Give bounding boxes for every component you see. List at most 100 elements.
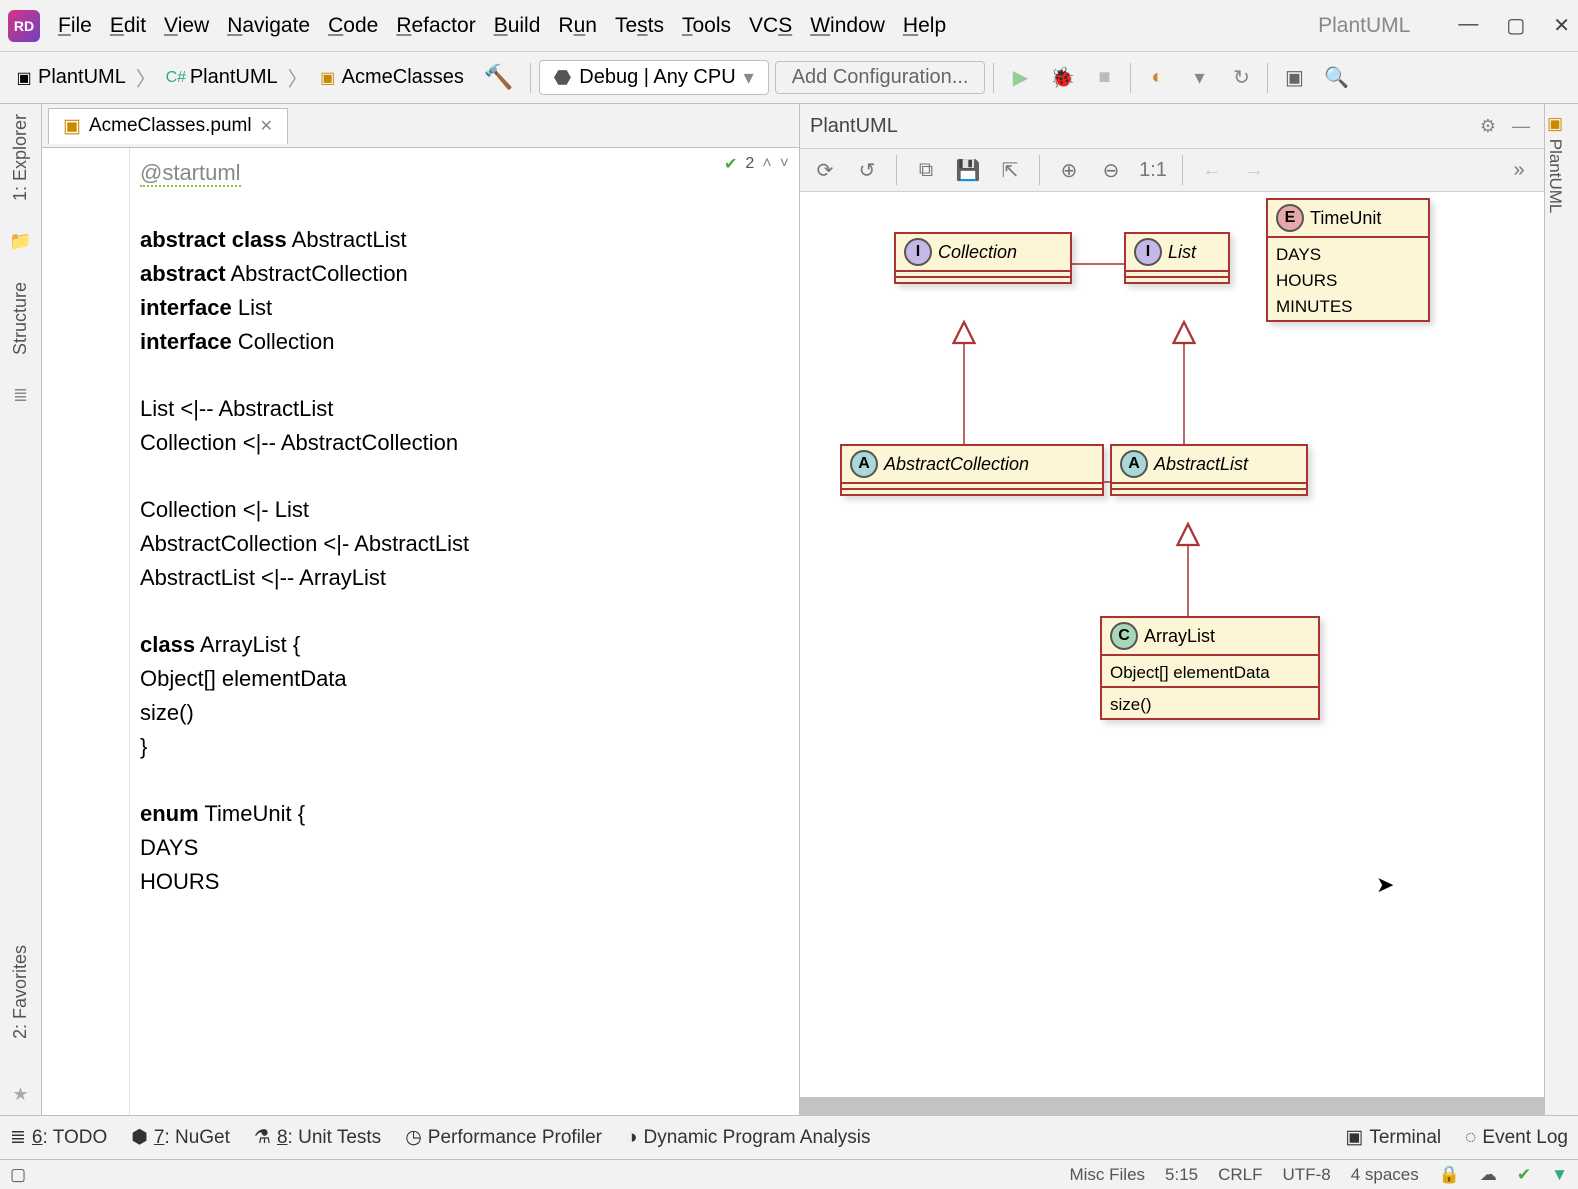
tool-eventlog[interactable]: ◌Event Log xyxy=(1465,1127,1568,1149)
crumb-solution[interactable]: ▣PlantUML xyxy=(8,62,132,93)
build-icon[interactable]: 🔨 xyxy=(484,63,514,92)
zoom-reset[interactable]: 1:1 xyxy=(1138,155,1168,185)
sync-icon[interactable]: ☁ xyxy=(1480,1165,1497,1185)
refresh-icon[interactable]: ⟳ xyxy=(810,155,840,185)
mouse-cursor: ➤ xyxy=(1376,872,1394,898)
menu-navigate[interactable]: Navigate xyxy=(227,14,310,38)
nav-back-icon[interactable]: ← xyxy=(1197,155,1227,185)
crumb-file[interactable]: ▣AcmeClasses xyxy=(312,62,470,93)
sync-icon[interactable]: ↻ xyxy=(1223,60,1259,96)
debug-config-dropdown[interactable]: ⬣ Debug | Any CPU ▾ xyxy=(539,60,769,95)
status-line-ending[interactable]: CRLF xyxy=(1218,1165,1262,1185)
window-close[interactable]: ✕ xyxy=(1553,13,1570,38)
menu-window[interactable]: Window xyxy=(810,14,885,38)
menu-code[interactable]: Code xyxy=(328,14,378,38)
debug-icon[interactable]: 🐞 xyxy=(1044,60,1080,96)
tool-profiler[interactable]: ◷Performance Profiler xyxy=(405,1126,602,1149)
uml-abstractcollection: AAbstractCollection xyxy=(840,444,1104,496)
window-minimize[interactable]: — xyxy=(1458,13,1478,38)
terminal-icon: ▣ xyxy=(1345,1126,1363,1149)
uml-timeunit: ETimeUnit DAYS HOURS MINUTES xyxy=(1266,198,1430,322)
structure-icon[interactable]: ≣ xyxy=(13,385,28,406)
menu-vcs[interactable]: VCS xyxy=(749,14,792,38)
puml-icon: ▣ xyxy=(318,68,338,88)
close-icon[interactable]: ✕ xyxy=(260,116,273,136)
copy-icon[interactable]: ⧉ xyxy=(911,155,941,185)
screen-icon[interactable]: ▣ xyxy=(1276,60,1312,96)
package-icon: ⬢ xyxy=(131,1126,148,1149)
uml-collection: ICollection xyxy=(894,232,1072,284)
tool-terminal[interactable]: ▣Terminal xyxy=(1345,1126,1441,1149)
tool-favorites[interactable]: 2: Favorites xyxy=(10,945,31,1039)
horizontal-scrollbar[interactable] xyxy=(800,1097,1544,1115)
more-icon[interactable]: » xyxy=(1504,155,1534,185)
chevron-down-icon: ▾ xyxy=(744,65,754,90)
editor-gutter xyxy=(42,148,130,1115)
shield-icon[interactable]: ▼ xyxy=(1551,1165,1568,1185)
chevron-down-icon[interactable]: ˅ xyxy=(780,155,789,173)
status-encoding[interactable]: UTF-8 xyxy=(1283,1165,1331,1185)
status-caret[interactable]: 5:15 xyxy=(1165,1165,1198,1185)
tool-explorer[interactable]: 1: Explorer xyxy=(10,114,31,201)
search-icon[interactable]: 🔍 xyxy=(1318,60,1354,96)
gear-icon[interactable]: ⚙ xyxy=(1476,116,1500,137)
panel-toolbar: ⟳ ↺ ⧉ 💾 ⇱ ⊕ ⊖ 1:1 ← → » xyxy=(800,148,1544,192)
bottom-toolbar: ≣6: TODO ⬢7: NuGet ⚗8: Unit Tests ◷Perfo… xyxy=(0,1115,1578,1159)
uml-abstractlist: AAbstractList xyxy=(1110,444,1308,496)
run-icon[interactable]: ▶ xyxy=(1002,60,1038,96)
zoom-in-icon[interactable]: ⊕ xyxy=(1054,155,1084,185)
menu-view[interactable]: View xyxy=(164,14,209,38)
tool-todo[interactable]: ≣6: TODO xyxy=(10,1126,107,1149)
diagram-canvas[interactable]: ICollection IList AAbstractCollection AA… xyxy=(800,192,1544,1115)
nav-forward-icon[interactable]: → xyxy=(1239,155,1269,185)
inspections-icon[interactable]: ◐ xyxy=(1139,60,1175,96)
tool-plantuml[interactable]: ▣ PlantUML xyxy=(1545,104,1565,213)
check-icon[interactable]: ✔ xyxy=(1517,1165,1531,1185)
plantuml-panel: PlantUML ⚙ — ⟳ ↺ ⧉ 💾 ⇱ ⊕ ⊖ 1:1 ← → » xyxy=(800,104,1544,1115)
toolbar: ▣PlantUML 〉 C#PlantUML 〉 ▣AcmeClasses 🔨 … xyxy=(0,52,1578,104)
csharp-icon: C# xyxy=(166,68,186,88)
reload-icon[interactable]: ↺ xyxy=(852,155,882,185)
status-indent[interactable]: 4 spaces xyxy=(1351,1165,1419,1185)
menu-tools[interactable]: Tools xyxy=(682,14,731,38)
status-misc[interactable]: Misc Files xyxy=(1069,1165,1145,1185)
tool-nuget[interactable]: ⬢7: NuGet xyxy=(131,1126,230,1149)
puml-icon: ▣ xyxy=(63,115,81,138)
chevron-icon: 〉 xyxy=(288,63,308,92)
editor-tab[interactable]: ▣ AcmeClasses.puml ✕ xyxy=(48,108,288,144)
chevron-down-icon[interactable]: ▾ xyxy=(1181,60,1217,96)
popout-icon[interactable]: ⇱ xyxy=(995,155,1025,185)
inspection-widget[interactable]: ✔ 2 ˄ ˅ xyxy=(724,154,789,174)
star-icon[interactable]: ★ xyxy=(12,1084,28,1105)
menu-file[interactable]: File xyxy=(58,14,92,38)
menu-edit[interactable]: Edit xyxy=(110,14,146,38)
minimize-icon[interactable]: — xyxy=(1508,116,1534,137)
run-config-button[interactable]: Add Configuration... xyxy=(775,61,986,94)
save-icon[interactable]: 💾 xyxy=(953,155,983,185)
menu-tests[interactable]: Tests xyxy=(615,14,664,38)
right-tool-strip: ▣ PlantUML xyxy=(1544,104,1578,1115)
zoom-out-icon[interactable]: ⊖ xyxy=(1096,155,1126,185)
chevron-up-icon[interactable]: ˄ xyxy=(762,155,771,173)
panel-title: PlantUML xyxy=(810,115,898,138)
stop-icon[interactable]: ■ xyxy=(1086,60,1122,96)
tool-dpa[interactable]: ◑Dynamic Program Analysis xyxy=(626,1127,871,1149)
menu-refactor[interactable]: Refactor xyxy=(396,14,475,38)
tool-unittests[interactable]: ⚗8: Unit Tests xyxy=(254,1126,381,1149)
editor-pane: ▣ AcmeClasses.puml ✕ @startuml abstract … xyxy=(42,104,800,1115)
tool-structure[interactable]: Structure xyxy=(10,282,31,355)
menu-help[interactable]: Help xyxy=(903,14,946,38)
window-maximize[interactable]: ▢ xyxy=(1506,13,1525,38)
code-editor[interactable]: @startuml abstract class AbstractList ab… xyxy=(42,148,799,1115)
menu-bar: RD File Edit View Navigate Code Refactor… xyxy=(0,0,1578,52)
menu-run[interactable]: Run xyxy=(558,14,597,38)
crumb-project[interactable]: C#PlantUML xyxy=(160,62,284,93)
check-icon: ✔ xyxy=(724,154,737,174)
chevron-icon: 〉 xyxy=(136,63,156,92)
window-icon[interactable]: ▢ xyxy=(10,1165,26,1185)
folder-icon[interactable]: 📁 xyxy=(9,231,31,252)
menu-build[interactable]: Build xyxy=(494,14,541,38)
bubble-icon: ◌ xyxy=(1465,1127,1476,1149)
flask-icon: ⚗ xyxy=(254,1126,271,1149)
lock-icon[interactable]: 🔒 xyxy=(1439,1165,1460,1185)
